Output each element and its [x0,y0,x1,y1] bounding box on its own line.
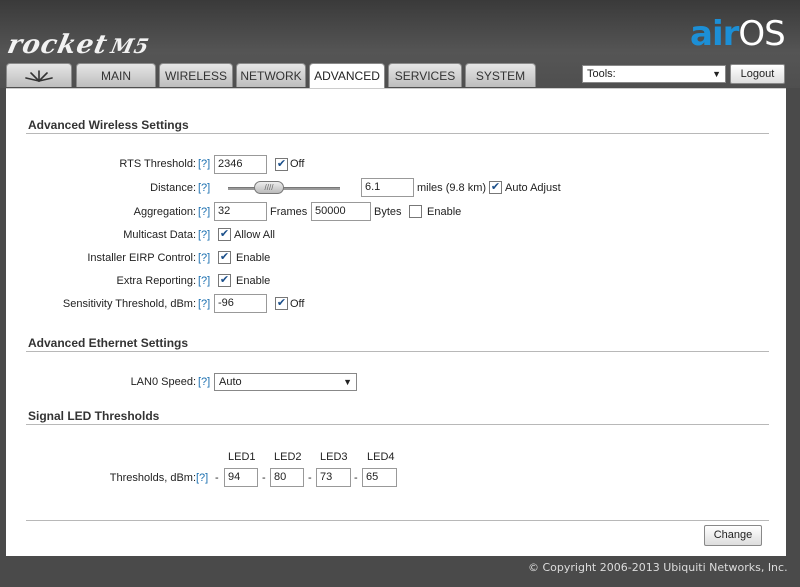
distance-slider-handle[interactable]: //// [254,181,284,194]
airos-logo: airOS [690,14,786,54]
sensitivity-help-link[interactable]: [?] [198,298,210,310]
section-divider [26,424,769,425]
aggregation-bytes-input[interactable]: 50000 [311,202,371,221]
allow-all-label: Allow All [234,229,275,241]
led4-header: LED4 [367,451,395,463]
sensitivity-threshold-label: Sensitivity Threshold, dBm: [62,298,196,310]
tab-services[interactable]: SERVICES [388,63,462,87]
led3-header: LED3 [320,451,348,463]
multicast-label: Multicast Data: [123,229,196,241]
auto-adjust-label: Auto Adjust [505,182,561,194]
tab-network[interactable]: NETWORK [236,63,306,87]
rts-threshold-input[interactable]: 2346 [214,155,267,174]
chevron-down-icon: ▼ [343,377,352,387]
lan0-speed-label: LAN0 Speed: [130,376,196,388]
frames-label: Frames [270,206,308,218]
led2-threshold-input[interactable]: 80 [270,468,304,487]
led2-header: LED2 [274,451,302,463]
extra-reporting-checkbox[interactable]: ✔ [218,274,231,287]
tab-ubnt-logo[interactable] [6,63,72,87]
rts-off-label: Off [290,158,305,170]
extra-reporting-label: Extra Reporting: [116,275,196,287]
multicast-help-link[interactable]: [?] [198,229,210,241]
led3-threshold-input[interactable]: 73 [316,468,351,487]
distance-slider-track[interactable] [228,187,340,190]
extra-reporting-enable-label: Enable [236,275,271,287]
airos-logo-os: OS [738,14,785,54]
eirp-control-label: Installer EIRP Control: [87,252,196,264]
change-button[interactable]: Change [704,525,762,546]
logout-button[interactable]: Logout [730,64,785,84]
led1-dash: - [215,472,219,484]
section-divider [26,351,769,352]
tab-advanced[interactable]: ADVANCED [309,63,385,89]
rts-help-link[interactable]: [?] [198,158,210,170]
led2-dash: - [262,472,266,484]
eirp-enable-checkbox[interactable]: ✔ [218,251,231,264]
thresholds-label: Thresholds, dBm: [109,472,196,484]
section-title-wireless: Advanced Wireless Settings [28,118,189,132]
product-name: rocket [4,30,111,60]
section-title-ethernet: Advanced Ethernet Settings [28,336,189,350]
product-model: M5 [108,34,152,58]
sensitivity-threshold-input[interactable]: -96 [214,294,267,313]
multicast-allow-all-checkbox[interactable]: ✔ [218,228,231,241]
product-logo: rocketM5 [5,30,153,60]
eirp-help-link[interactable]: [?] [198,252,210,264]
section-title-led: Signal LED Thresholds [28,409,160,423]
led1-header: LED1 [228,451,256,463]
thresholds-help-link[interactable]: [?] [196,472,208,484]
tools-select[interactable]: Tools: ▼ [582,65,726,83]
aggregation-help-link[interactable]: [?] [198,206,210,218]
lan0-help-link[interactable]: [?] [198,376,210,388]
tools-select-label: Tools: [587,68,616,80]
aggregation-frames-input[interactable]: 32 [214,202,267,221]
rts-threshold-label: RTS Threshold: [119,158,196,170]
ubnt-logo-icon [25,70,53,82]
footer-divider [26,520,769,521]
aggregation-enable-checkbox[interactable] [409,205,422,218]
settings-panel: Advanced Wireless Settings RTS Threshold… [6,88,786,556]
copyright-text: © Copyright 2006-2013 Ubiquiti Networks,… [528,561,788,574]
led3-dash: - [308,472,312,484]
sensitivity-off-checkbox[interactable]: ✔ [275,297,288,310]
lan0-speed-value: Auto [219,376,242,388]
tab-main[interactable]: MAIN [76,63,156,87]
bytes-label: Bytes [374,206,402,218]
aggregation-label: Aggregation: [133,206,196,218]
header-bar: rocketM5 airOS MAIN WIRELESS NETWORK ADV… [0,0,800,89]
led1-threshold-input[interactable]: 94 [224,468,258,487]
led4-threshold-input[interactable]: 65 [362,468,397,487]
distance-help-link[interactable]: [?] [198,182,210,194]
auto-adjust-checkbox[interactable]: ✔ [489,181,502,194]
tab-system[interactable]: SYSTEM [465,63,536,87]
eirp-enable-label: Enable [236,252,271,264]
chevron-down-icon: ▼ [712,69,721,79]
distance-label: Distance: [150,182,196,194]
rts-off-checkbox[interactable]: ✔ [275,158,288,171]
extra-reporting-help-link[interactable]: [?] [198,275,210,287]
airos-logo-air: air [690,14,739,54]
section-divider [26,133,769,134]
lan0-speed-select[interactable]: Auto ▼ [214,373,357,391]
aggregation-enable-label: Enable [427,206,462,218]
distance-units-label: miles (9.8 km) [417,182,487,194]
sensitivity-off-label: Off [290,298,305,310]
led4-dash: - [354,472,358,484]
tab-wireless[interactable]: WIRELESS [159,63,233,87]
distance-input[interactable]: 6.1 [361,178,414,197]
